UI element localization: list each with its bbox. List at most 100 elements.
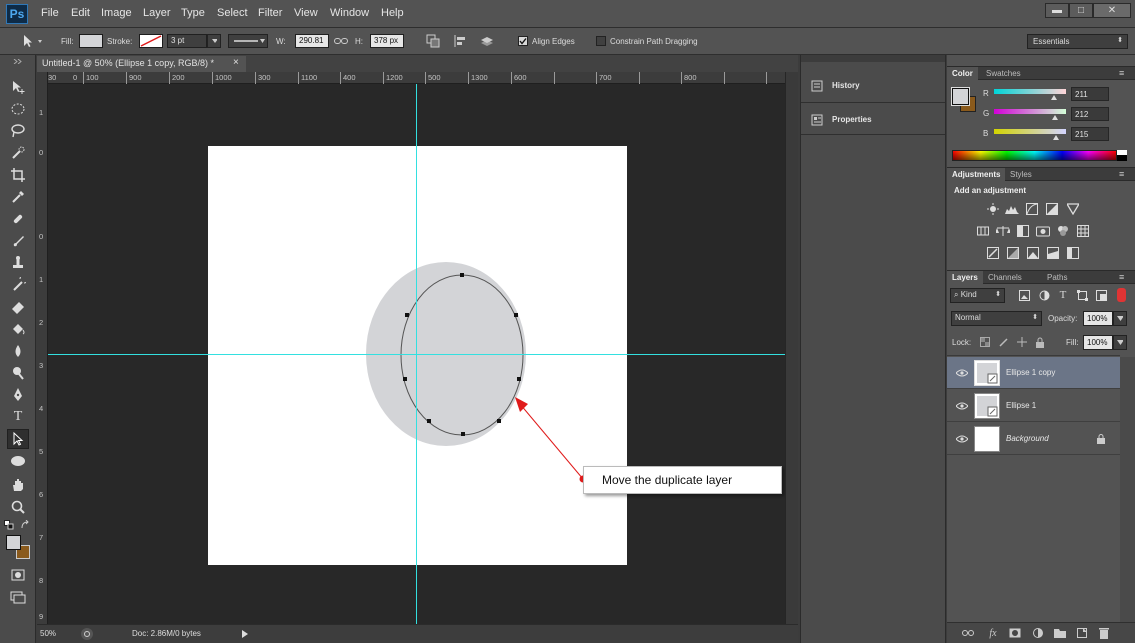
stroke-swatch[interactable] <box>139 34 163 48</box>
align-edges-checkbox[interactable] <box>518 36 528 46</box>
new-group-icon[interactable] <box>1053 627 1067 639</box>
path-selection-tool-icon[interactable] <box>7 429 29 449</box>
exposure-icon[interactable] <box>1045 202 1059 215</box>
opacity-dropdown-icon[interactable] <box>1113 311 1127 326</box>
constrain-path-checkbox[interactable] <box>596 36 606 46</box>
blue-value-field[interactable]: 215 <box>1071 127 1109 141</box>
blue-slider-thumb[interactable] <box>1053 135 1059 140</box>
workspace-dropdown[interactable]: Essentials ⬍ <box>1027 34 1128 49</box>
red-value-field[interactable]: 211 <box>1071 87 1109 101</box>
tab-layers[interactable]: Layers <box>947 271 983 284</box>
move-tool-icon[interactable] <box>7 77 29 97</box>
visibility-eye-icon[interactable] <box>955 433 969 445</box>
path-alignment-icon[interactable] <box>452 33 470 49</box>
layer-row-ellipse-1-copy[interactable]: Ellipse 1 copy <box>947 357 1120 389</box>
black-swatch[interactable] <box>1117 155 1127 161</box>
ellipse-tool-icon[interactable] <box>7 451 29 471</box>
layer-name[interactable]: Background <box>1006 434 1049 443</box>
hand-tool-icon[interactable] <box>7 475 29 495</box>
threshold-icon[interactable] <box>1026 246 1040 259</box>
filter-pixel-icon[interactable] <box>1018 289 1030 301</box>
fill-field[interactable]: 100% <box>1083 335 1113 350</box>
selective-color-icon[interactable] <box>1066 246 1080 259</box>
history-brush-tool-icon[interactable] <box>7 275 29 295</box>
layer-style-fx-icon[interactable]: fx <box>985 626 1001 640</box>
layer-name[interactable]: Ellipse 1 <box>1006 401 1036 410</box>
history-panel-button[interactable]: History <box>805 74 943 98</box>
tab-adjustments[interactable]: Adjustments <box>947 168 1006 181</box>
clone-stamp-tool-icon[interactable] <box>7 253 29 273</box>
brightness-contrast-icon[interactable] <box>986 202 1000 215</box>
screen-mode-icon[interactable] <box>7 587 29 607</box>
green-slider-thumb[interactable] <box>1052 115 1058 120</box>
type-tool-icon[interactable]: T <box>7 407 29 427</box>
lock-pixels-icon[interactable] <box>998 336 1010 348</box>
paint-bucket-tool-icon[interactable] <box>7 319 29 339</box>
panel-menu-icon[interactable]: ≡ <box>1119 272 1124 282</box>
brush-tool-icon[interactable] <box>7 231 29 251</box>
crop-tool-icon[interactable] <box>7 165 29 185</box>
black-white-icon[interactable] <box>1016 224 1030 237</box>
invert-icon[interactable] <box>986 246 1000 259</box>
maximize-button[interactable]: □ <box>1069 3 1093 18</box>
quick-mask-icon[interactable] <box>7 565 29 585</box>
path-selection-tool-preset-icon[interactable] <box>18 32 46 50</box>
filter-type-icon[interactable]: T <box>1057 289 1069 301</box>
quick-selection-tool-icon[interactable] <box>7 143 29 163</box>
menu-image[interactable]: Image <box>101 7 132 19</box>
menu-filter[interactable]: Filter <box>258 7 282 19</box>
close-button[interactable]: ✕ <box>1093 3 1131 18</box>
color-panel-fg-swatch[interactable] <box>951 87 970 106</box>
swap-colors-icon[interactable] <box>20 520 30 530</box>
eraser-tool-icon[interactable] <box>7 297 29 317</box>
stroke-width-field[interactable]: 3 pt <box>167 34 207 48</box>
photo-filter-icon[interactable] <box>1036 224 1050 237</box>
filter-smart-object-icon[interactable] <box>1095 289 1107 301</box>
green-slider[interactable] <box>994 109 1066 114</box>
visibility-eye-icon[interactable] <box>955 367 969 379</box>
new-layer-icon[interactable] <box>1075 627 1089 639</box>
color-spectrum-ramp[interactable] <box>952 150 1117 161</box>
tab-styles[interactable]: Styles <box>1005 168 1037 181</box>
levels-icon[interactable] <box>1005 202 1019 215</box>
menu-view[interactable]: View <box>294 7 318 19</box>
healing-brush-tool-icon[interactable] <box>7 209 29 229</box>
vibrance-icon[interactable] <box>1066 202 1080 215</box>
hue-saturation-icon[interactable] <box>976 224 990 237</box>
delete-layer-icon[interactable] <box>1097 627 1111 639</box>
lasso-tool-icon[interactable] <box>7 121 29 141</box>
panel-menu-icon[interactable]: ≡ <box>1119 68 1124 78</box>
menu-select[interactable]: Select <box>217 7 248 19</box>
layers-scrollbar[interactable] <box>1120 357 1135 622</box>
menu-layer[interactable]: Layer <box>143 7 171 19</box>
filter-adjustment-icon[interactable] <box>1038 289 1050 301</box>
dodge-tool-icon[interactable] <box>7 363 29 383</box>
blur-tool-icon[interactable] <box>7 341 29 361</box>
red-slider-thumb[interactable] <box>1051 95 1057 100</box>
tab-channels[interactable]: Channels <box>983 271 1027 284</box>
document-tab[interactable]: Untitled-1 @ 50% (Ellipse 1 copy, RGB/8)… <box>37 56 246 72</box>
stroke-type-dropdown[interactable] <box>228 34 268 48</box>
fill-swatch[interactable] <box>79 34 103 48</box>
menu-window[interactable]: Window <box>330 7 369 19</box>
red-slider[interactable] <box>994 89 1066 94</box>
panel-menu-icon[interactable]: ≡ <box>1119 169 1124 179</box>
marquee-tool-icon[interactable] <box>7 99 29 119</box>
zoom-tool-icon[interactable] <box>7 497 29 517</box>
path-arrangement-icon[interactable] <box>478 33 496 49</box>
foreground-color-swatch[interactable] <box>6 535 21 550</box>
channel-mixer-icon[interactable] <box>1056 224 1070 237</box>
fill-dropdown-icon[interactable] <box>1113 335 1127 350</box>
layer-mask-icon[interactable] <box>1008 627 1022 639</box>
default-colors-icon[interactable] <box>4 520 14 530</box>
height-field[interactable]: 378 px <box>370 34 404 48</box>
new-adjustment-layer-icon[interactable] <box>1031 627 1045 639</box>
share-icon[interactable] <box>81 628 93 640</box>
lock-all-icon[interactable] <box>1034 336 1046 348</box>
tab-color[interactable]: Color <box>947 67 978 80</box>
green-value-field[interactable]: 212 <box>1071 107 1109 121</box>
eyedropper-tool-icon[interactable] <box>7 187 29 207</box>
pen-tool-icon[interactable] <box>7 385 29 405</box>
minimize-button[interactable]: ▬ <box>1045 3 1069 18</box>
color-lookup-icon[interactable] <box>1076 224 1090 237</box>
